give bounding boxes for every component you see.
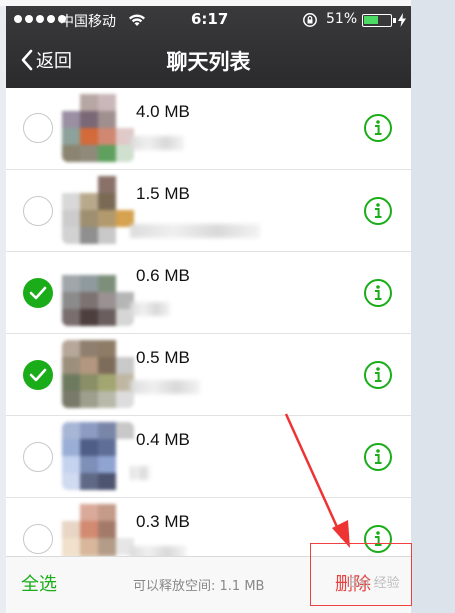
avatar xyxy=(62,422,134,490)
signal-dots-icon xyxy=(14,15,66,23)
list-item[interactable]: 0.5 MB xyxy=(6,334,411,416)
row-checkbox-checked[interactable] xyxy=(23,278,53,308)
back-button[interactable]: 返回 xyxy=(20,46,72,74)
row-checkbox[interactable] xyxy=(23,196,53,226)
battery-percentage: 51% xyxy=(326,11,358,27)
rotation-lock-icon xyxy=(303,13,317,27)
chat-size: 0.4 MB xyxy=(136,430,190,449)
status-time: 6:17 xyxy=(191,10,229,28)
chat-size: 4.0 MB xyxy=(136,102,190,121)
info-icon[interactable] xyxy=(363,278,393,308)
info-icon[interactable] xyxy=(363,360,393,390)
info-icon[interactable] xyxy=(363,113,393,143)
avatar xyxy=(62,176,134,244)
wifi-icon xyxy=(129,14,145,26)
chat-size: 0.5 MB xyxy=(136,348,190,367)
info-icon[interactable] xyxy=(363,442,393,472)
chevron-left-icon xyxy=(21,49,33,71)
list-item[interactable]: 4.0 MB xyxy=(6,88,411,170)
status-bar: 中国移动 6:17 51% xyxy=(6,6,411,34)
free-space-label: 可以释放空间: 1.1 MB xyxy=(133,579,265,594)
charging-bolt-icon xyxy=(398,13,406,27)
annotation-arrow xyxy=(284,413,350,548)
list-item[interactable]: 0.6 MB xyxy=(6,252,411,334)
checkmark-icon xyxy=(29,368,47,382)
checkmark-icon xyxy=(29,286,47,300)
list-item[interactable]: 1.5 MB xyxy=(6,170,411,252)
battery-icon xyxy=(362,14,396,27)
info-icon[interactable] xyxy=(363,196,393,226)
row-checkbox[interactable] xyxy=(23,524,53,554)
row-checkbox[interactable] xyxy=(23,113,53,143)
blurred-name xyxy=(130,466,150,480)
row-checkbox-checked[interactable] xyxy=(23,360,53,390)
chat-size: 0.3 MB xyxy=(136,512,190,531)
carrier-label: 中国移动 xyxy=(60,14,116,30)
annotation-highlight-box xyxy=(310,543,412,606)
blurred-name xyxy=(130,136,184,150)
avatar xyxy=(62,340,134,408)
chat-size: 1.5 MB xyxy=(136,184,190,203)
blurred-name xyxy=(130,224,260,238)
back-label: 返回 xyxy=(36,51,72,72)
blurred-name xyxy=(130,380,200,394)
blurred-name xyxy=(130,302,170,316)
chat-size: 0.6 MB xyxy=(136,266,190,285)
avatar xyxy=(62,94,134,162)
screenshot-frame-right xyxy=(411,0,455,613)
select-all-button[interactable]: 全选 xyxy=(21,570,57,596)
row-checkbox[interactable] xyxy=(23,442,53,472)
avatar xyxy=(62,258,134,326)
navigation-bar: 中国移动 6:17 51% 返回 聊天列表 xyxy=(6,6,411,88)
